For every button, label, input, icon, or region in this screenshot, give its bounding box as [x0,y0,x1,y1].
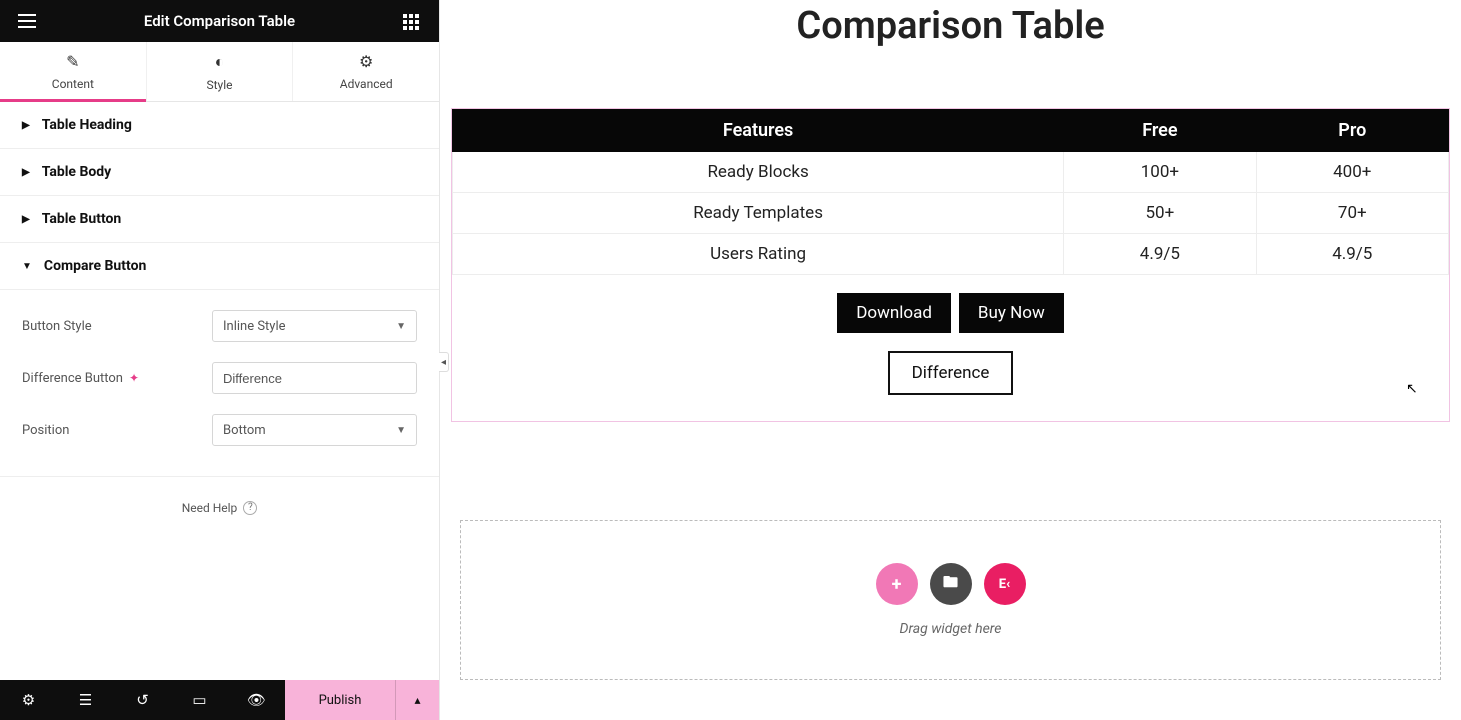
table-header-row: Features Free Pro [453,110,1449,152]
control-position: Position Bottom ▼ [22,404,417,456]
difference-button-input[interactable] [212,362,417,394]
widgets-grid-icon[interactable] [403,14,421,28]
difference-button[interactable]: Difference [888,351,1014,395]
header-cell: Pro [1256,110,1448,152]
table-buttons: Download Buy Now [452,293,1449,333]
pencil-icon: ✎ [66,52,79,71]
tab-content[interactable]: ✎ Content [0,42,147,101]
select-value: Inline Style [223,319,286,334]
elementskit-button[interactable]: E‹ [984,563,1026,605]
value-cell: 100+ [1064,152,1256,193]
tab-style[interactable]: ◐ Style [147,42,294,101]
section-table-body[interactable]: ▶ Table Body [0,149,439,196]
drop-area[interactable]: + 🖿 E‹ Drag widget here [460,520,1441,680]
table-row: Users Rating 4.9/5 4.9/5 [453,234,1449,275]
panel-title: Edit Comparison Table [36,12,403,30]
header-cell: Features [453,110,1064,152]
help-icon: ? [243,501,257,515]
panel-tabs: ✎ Content ◐ Style ⚙ Advanced [0,42,439,102]
control-label: Button Style [22,319,212,334]
publish-button[interactable]: Publish [285,680,395,720]
comparison-table-widget[interactable]: Features Free Pro Ready Blocks 100+ 400+… [451,108,1450,422]
compare-button-controls: Button Style Inline Style ▼ Difference B… [0,290,439,477]
section-table-heading[interactable]: ▶ Table Heading [0,102,439,149]
need-help-label: Need Help [182,501,238,515]
folder-icon: 🖿 [943,572,958,597]
caret-down-icon: ▼ [22,261,32,272]
settings-icon[interactable]: ⚙ [0,680,57,720]
history-icon[interactable]: ↺ [114,680,171,720]
tab-label: Content [52,77,94,91]
comparison-table: Features Free Pro Ready Blocks 100+ 400+… [452,109,1449,275]
difference-text-field[interactable] [223,371,406,386]
header-cell: Free [1064,110,1256,152]
need-help-link[interactable]: Need Help ? [0,477,439,539]
tab-label: Style [207,78,233,92]
drop-buttons: + 🖿 E‹ [876,563,1026,605]
section-label: Table Body [42,164,112,180]
template-library-button[interactable]: 🖿 [930,563,972,605]
panel-bottom-bar: ⚙ ☰ ↺ ▭ 👁 Publish ▴ [0,680,439,720]
page-title: Comparison Table [450,4,1451,48]
preview-canvas: Comparison Table Features Free Pro Ready… [440,0,1461,720]
gear-icon: ⚙ [359,52,373,71]
value-cell: 50+ [1064,193,1256,234]
value-cell: 70+ [1256,193,1448,234]
buy-now-button[interactable]: Buy Now [959,293,1064,333]
caret-right-icon: ▶ [22,214,30,225]
caret-right-icon: ▶ [22,167,30,178]
contrast-icon: ◐ [215,52,225,72]
control-label: Position [22,423,212,438]
control-button-style: Button Style Inline Style ▼ [22,300,417,352]
download-button[interactable]: Download [837,293,951,333]
button-style-select[interactable]: Inline Style ▼ [212,310,417,342]
position-select[interactable]: Bottom ▼ [212,414,417,446]
value-cell: 4.9/5 [1256,234,1448,275]
feature-cell: Users Rating [453,234,1064,275]
difference-button-row: Difference [452,351,1449,395]
section-table-button[interactable]: ▶ Table Button [0,196,439,243]
feature-cell: Ready Blocks [453,152,1064,193]
value-cell: 4.9/5 [1064,234,1256,275]
responsive-icon[interactable]: ▭ [171,680,228,720]
caret-right-icon: ▶ [22,120,30,131]
value-cell: 400+ [1256,152,1448,193]
publish-options-button[interactable]: ▴ [395,680,439,720]
section-label: Compare Button [44,258,146,274]
feature-cell: Ready Templates [453,193,1064,234]
control-difference-button: Difference Button ✦ [22,352,417,404]
section-label: Table Button [42,211,122,227]
chevron-down-icon: ▼ [396,321,406,332]
accordion: ▶ Table Heading ▶ Table Body ▶ Table But… [0,102,439,680]
tab-label: Advanced [340,77,393,91]
panel-header: Edit Comparison Table [0,0,439,42]
add-section-button[interactable]: + [876,563,918,605]
select-value: Bottom [223,423,266,438]
navigator-icon[interactable]: ☰ [57,680,114,720]
section-label: Table Heading [42,117,132,133]
section-compare-button[interactable]: ▼ Compare Button [0,243,439,290]
drop-hint: Drag widget here [900,621,1002,637]
table-row: Ready Templates 50+ 70+ [453,193,1449,234]
chevron-down-icon: ▼ [396,425,406,436]
dynamic-icon[interactable]: ✦ [129,371,139,385]
editor-panel: Edit Comparison Table ✎ Content ◐ Style … [0,0,440,720]
tab-advanced[interactable]: ⚙ Advanced [293,42,439,101]
table-row: Ready Blocks 100+ 400+ [453,152,1449,193]
preview-icon[interactable]: 👁 [228,680,285,720]
control-label: Difference Button ✦ [22,371,212,386]
menu-icon[interactable] [18,14,36,28]
